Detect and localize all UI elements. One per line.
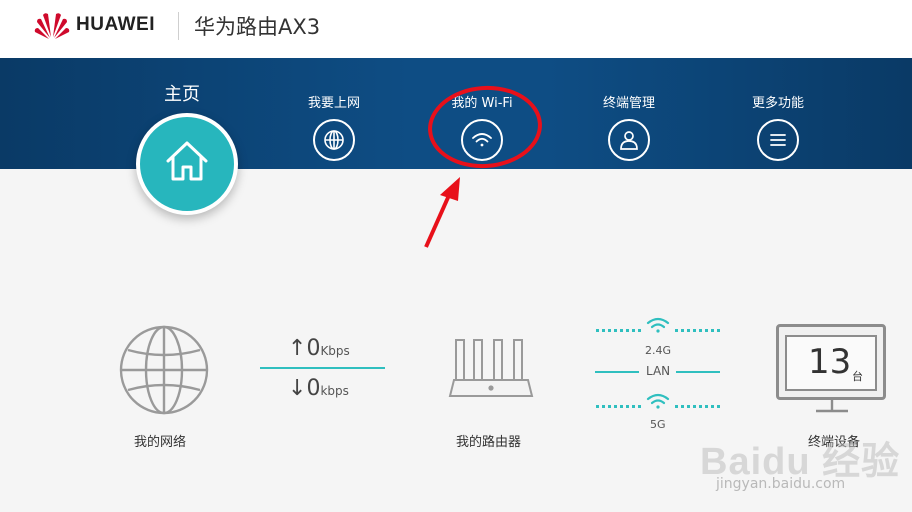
nav-internet[interactable]: 我要上网 — [274, 92, 394, 161]
home-icon — [166, 141, 208, 181]
device-unit: 台 — [852, 370, 863, 383]
upload-speed: ↑0Kbps — [288, 336, 350, 361]
menu-icon — [757, 119, 799, 161]
annotation-arrow-icon — [424, 177, 460, 248]
band-5-dotline-left — [596, 405, 641, 408]
nav-home-label[interactable]: 主页 — [164, 80, 200, 106]
wifi-5-icon — [646, 393, 670, 409]
upload-value: 0 — [306, 336, 321, 361]
user-icon — [608, 119, 650, 161]
monitor-stand-icon — [816, 398, 848, 413]
my-router-label: 我的路由器 — [456, 435, 522, 450]
top-bar: HUAWEI 华为路由AX3 — [0, 0, 912, 58]
wifi-24-icon — [646, 317, 670, 333]
upload-unit: Kbps — [320, 344, 350, 358]
download-value: 0 — [306, 376, 321, 401]
lan-line-left — [595, 371, 639, 373]
speed-divider — [260, 367, 385, 369]
header-divider — [178, 12, 179, 40]
band-5-label: 5G — [650, 418, 666, 431]
lan-line-right — [676, 371, 720, 373]
upload-arrow-icon: ↑ — [288, 336, 307, 361]
globe-icon — [313, 119, 355, 161]
my-network-label: 我的网络 — [134, 435, 187, 450]
home-button[interactable] — [136, 113, 238, 215]
lan-label: LAN — [646, 364, 671, 378]
download-speed: ↓0kbps — [288, 376, 349, 401]
nav-more[interactable]: 更多功能 — [718, 92, 838, 161]
nav-more-label: 更多功能 — [751, 96, 804, 111]
device-count: 13 — [808, 342, 852, 382]
router-icon[interactable] — [448, 336, 534, 402]
band-24-dotline-left — [596, 329, 641, 332]
nav-devices-label: 终端管理 — [602, 96, 655, 111]
huawei-logo-icon — [34, 10, 70, 40]
nav-internet-label: 我要上网 — [307, 96, 360, 111]
watermark-url: jingyan.baidu.com — [716, 476, 846, 492]
download-arrow-icon: ↓ — [288, 376, 307, 401]
download-unit: kbps — [320, 384, 349, 398]
band-5-dotline-right — [675, 405, 720, 408]
network-globe-icon[interactable] — [118, 324, 210, 416]
band-24-label: 2.4G — [645, 344, 672, 357]
band-24-dotline-right — [675, 329, 720, 332]
product-title: 华为路由AX3 — [194, 15, 321, 39]
nav-devices[interactable]: 终端管理 — [569, 92, 689, 161]
brand-name: HUAWEI — [76, 14, 155, 35]
